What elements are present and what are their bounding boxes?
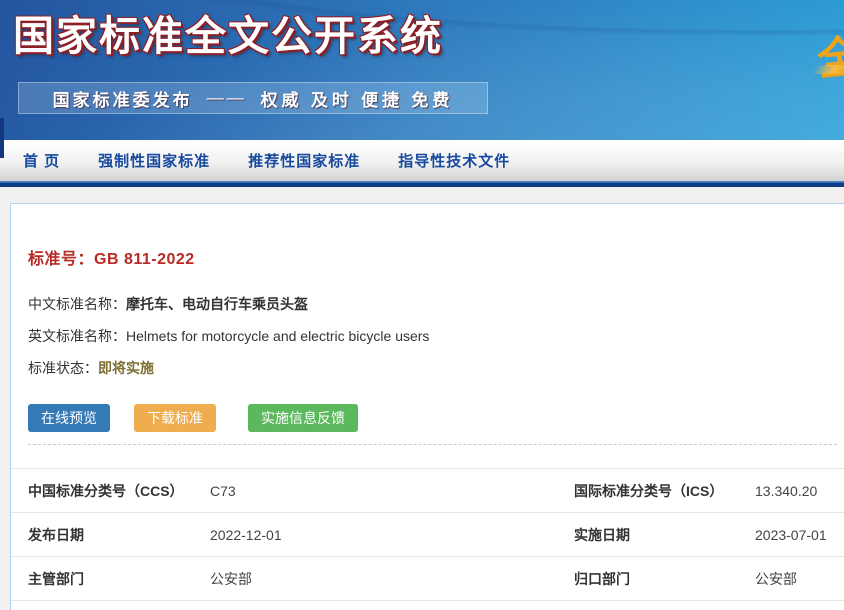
- online-preview-button[interactable]: 在线预览: [28, 404, 110, 432]
- subtitle-publisher: 国家标准委发布: [53, 86, 193, 111]
- centralized-dept-value: 公安部: [755, 569, 844, 589]
- implement-date-value: 2023-07-01: [755, 527, 844, 543]
- subtitle-slogan: 权威 及时 便捷 免费: [261, 86, 454, 111]
- competent-dept-value: 公安部: [210, 569, 574, 589]
- site-subtitle-banner: 国家标准委发布 —— 权威 及时 便捷 免费: [18, 82, 488, 114]
- ics-label: 国际标准分类号（ICS）: [574, 481, 755, 501]
- table-row-departments: 主管部门 公安部 归口部门 公安部: [11, 556, 844, 600]
- publish-date-label: 发布日期: [28, 525, 210, 545]
- site-title: 国家标准全文公开系统: [13, 2, 443, 62]
- gold-swoosh-icon: [811, 65, 844, 74]
- cn-name-label: 中文标准名称：: [28, 296, 126, 312]
- en-name-line: 英文标准名称：Helmets for motorcycle and electr…: [28, 326, 844, 346]
- ccs-value: C73: [210, 483, 574, 499]
- status-label: 标准状态：: [28, 360, 98, 376]
- centralized-dept-label: 归口部门: [574, 569, 755, 589]
- main-nav: 首 页 强制性国家标准 推荐性国家标准 指导性技术文件: [0, 140, 844, 181]
- subtitle-dash: ——: [207, 88, 247, 108]
- page: 国家标准全文公开系统 国家标准委发布 —— 权威 及时 便捷 免费 全 首 页 …: [0, 0, 844, 610]
- implement-date-label: 实施日期: [574, 525, 755, 545]
- action-buttons: 在线预览 下载标准 实施信息反馈: [28, 404, 844, 432]
- nav-underline-bar: [0, 181, 844, 187]
- download-standard-button[interactable]: 下载标准: [134, 404, 216, 432]
- standard-detail-table: 中国标准分类号（CCS） C73 国际标准分类号（ICS） 13.340.20 …: [11, 468, 844, 610]
- standard-number-label: 标准号：: [28, 251, 94, 268]
- cn-name-value: 摩托车、电动自行车乘员头盔: [126, 296, 308, 312]
- standard-detail-panel: 标准号：GB 811-2022 中文标准名称：摩托车、电动自行车乘员头盔 英文标…: [10, 203, 844, 610]
- table-row-classification: 中国标准分类号（CCS） C73 国际标准分类号（ICS） 13.340.20: [11, 468, 844, 512]
- standard-number-value: GB 811-2022: [94, 251, 195, 268]
- site-header: 国家标准全文公开系统 国家标准委发布 —— 权威 及时 便捷 免费 全: [0, 0, 844, 140]
- nav-item-guiding-documents[interactable]: 指导性技术文件: [398, 150, 510, 171]
- status-line: 标准状态：即将实施: [28, 358, 844, 378]
- nav-item-home[interactable]: 首 页: [23, 150, 60, 171]
- table-row-dates: 发布日期 2022-12-01 实施日期 2023-07-01: [11, 512, 844, 556]
- dashed-divider: [28, 444, 837, 445]
- ccs-label: 中国标准分类号（CCS）: [28, 481, 210, 501]
- gold-calligraphy-icon: 全: [814, 20, 844, 88]
- standard-meta: 中文标准名称：摩托车、电动自行车乘员头盔 英文标准名称：Helmets for …: [28, 294, 844, 378]
- competent-dept-label: 主管部门: [28, 569, 210, 589]
- left-edge-accent: [0, 118, 4, 158]
- status-badge: 即将实施: [98, 360, 154, 376]
- nav-item-recommended-standards[interactable]: 推荐性国家标准: [248, 150, 360, 171]
- nav-item-mandatory-standards[interactable]: 强制性国家标准: [98, 150, 210, 171]
- publish-date-value: 2022-12-01: [210, 527, 574, 543]
- standard-number-line: 标准号：GB 811-2022: [28, 245, 844, 269]
- table-row-publisher: 发布单位 国家市场监督管理总局、国家标准化管理委员会: [11, 600, 844, 610]
- ics-value: 13.340.20: [755, 483, 844, 499]
- en-name-value: Helmets for motorcycle and electric bicy…: [126, 328, 429, 344]
- en-name-label: 英文标准名称：: [28, 328, 126, 344]
- implementation-feedback-button[interactable]: 实施信息反馈: [248, 404, 358, 432]
- cn-name-line: 中文标准名称：摩托车、电动自行车乘员头盔: [28, 294, 844, 314]
